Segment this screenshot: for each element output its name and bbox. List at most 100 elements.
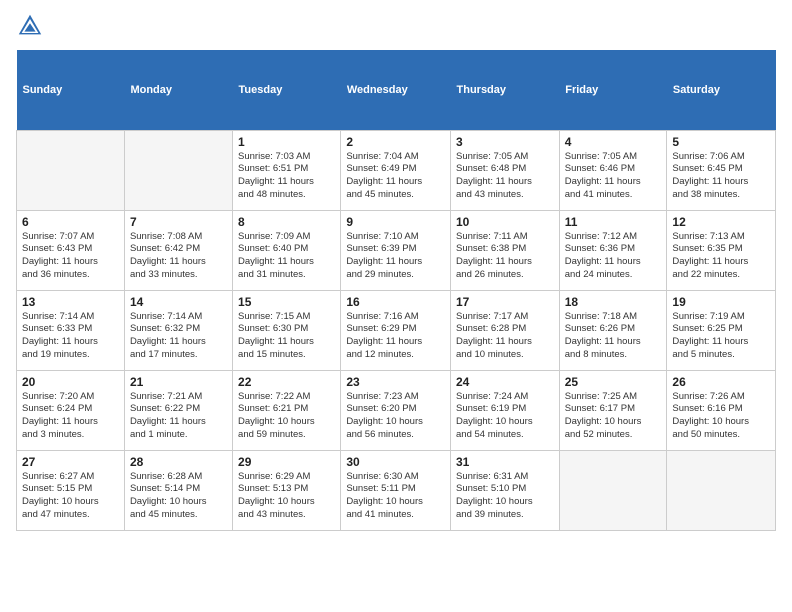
date-number: 15 [238, 295, 335, 309]
calendar-cell: 2Sunrise: 7:04 AM Sunset: 6:49 PM Daylig… [341, 130, 451, 210]
calendar-cell: 13Sunrise: 7:14 AM Sunset: 6:33 PM Dayli… [17, 290, 125, 370]
cell-info: Sunrise: 7:10 AM Sunset: 6:39 PM Dayligh… [346, 231, 445, 282]
date-number: 24 [456, 375, 554, 389]
calendar-cell: 7 Sunrise: 7:08 AM Sunset: 6:42 PM Daylig… [124, 210, 232, 290]
calendar-cell: 4Sunrise: 7:05 AM Sunset: 6:46 PM Daylig… [559, 130, 667, 210]
day-header-saturday: Saturday [667, 50, 776, 130]
cell-info: Sunrise: 7:08 AM Sunset: 6:42 PM Dayligh… [130, 231, 227, 282]
calendar-cell: 12Sunrise: 7:13 AM Sunset: 6:35 PM Dayli… [667, 210, 776, 290]
cell-info: Sunrise: 7:17 AM Sunset: 6:28 PM Dayligh… [456, 311, 554, 362]
cell-info: Sunrise: 7:12 AM Sunset: 6:36 PM Dayligh… [565, 231, 662, 282]
week-row-1: 1Sunrise: 7:03 AM Sunset: 6:51 PM Daylig… [17, 130, 776, 210]
cell-info: Sunrise: 7:26 AM Sunset: 6:16 PM Dayligh… [672, 391, 770, 442]
calendar-cell: 30Sunrise: 6:30 AM Sunset: 5:11 PM Dayli… [341, 450, 451, 530]
cell-info: Sunrise: 7:14 AM Sunset: 6:33 PM Dayligh… [22, 311, 119, 362]
date-number: 5 [672, 135, 770, 149]
calendar-cell: 14 Sunrise: 7:14 AM Sunset: 6:32 PM Dayli… [124, 290, 232, 370]
cell-info: Sunrise: 7:22 AM Sunset: 6:21 PM Dayligh… [238, 391, 335, 442]
cell-info: Sunrise: 7:05 AM Sunset: 6:48 PM Dayligh… [456, 151, 554, 202]
date-number: 7 [130, 215, 227, 229]
calendar-cell: 25 Sunrise: 7:25 AM Sunset: 6:17 PM Dayli… [559, 370, 667, 450]
cell-info: Sunrise: 7:18 AM Sunset: 6:26 PM Dayligh… [565, 311, 662, 362]
cell-info: Sunrise: 7:14 AM Sunset: 6:32 PM Dayligh… [130, 311, 227, 362]
calendar-cell: 5 Sunrise: 7:06 AM Sunset: 6:45 PM Daylig… [667, 130, 776, 210]
day-header-friday: Friday [559, 50, 667, 130]
calendar-cell: 20 Sunrise: 7:20 AM Sunset: 6:24 PM Dayli… [17, 370, 125, 450]
calendar-table: SundayMondayTuesdayWednesdayThursdayFrid… [16, 50, 776, 531]
date-number: 6 [22, 215, 119, 229]
cell-info: Sunrise: 7:20 AM Sunset: 6:24 PM Dayligh… [22, 391, 119, 442]
calendar-cell: 26Sunrise: 7:26 AM Sunset: 6:16 PM Dayli… [667, 370, 776, 450]
date-number: 12 [672, 215, 770, 229]
calendar-cell: 3 Sunrise: 7:05 AM Sunset: 6:48 PM Daylig… [451, 130, 560, 210]
cell-info: Sunrise: 7:25 AM Sunset: 6:17 PM Dayligh… [565, 391, 662, 442]
date-number: 17 [456, 295, 554, 309]
date-number: 29 [238, 455, 335, 469]
date-number: 22 [238, 375, 335, 389]
calendar-cell: 27 Sunrise: 6:27 AM Sunset: 5:15 PM Dayli… [17, 450, 125, 530]
calendar-cell: 24 Sunrise: 7:24 AM Sunset: 6:19 PM Dayli… [451, 370, 560, 450]
calendar-cell: 17 Sunrise: 7:17 AM Sunset: 6:28 PM Dayli… [451, 290, 560, 370]
calendar-cell: 8 Sunrise: 7:09 AM Sunset: 6:40 PM Daylig… [233, 210, 341, 290]
header [16, 12, 776, 40]
calendar-cell: 1Sunrise: 7:03 AM Sunset: 6:51 PM Daylig… [233, 130, 341, 210]
date-number: 11 [565, 215, 662, 229]
date-number: 10 [456, 215, 554, 229]
date-number: 20 [22, 375, 119, 389]
calendar-cell: 21 Sunrise: 7:21 AM Sunset: 6:22 PM Dayli… [124, 370, 232, 450]
calendar-cell [559, 450, 667, 530]
cell-info: Sunrise: 6:27 AM Sunset: 5:15 PM Dayligh… [22, 471, 119, 522]
logo [16, 12, 48, 40]
date-number: 27 [22, 455, 119, 469]
day-header-sunday: Sunday [17, 50, 125, 130]
cell-info: Sunrise: 7:09 AM Sunset: 6:40 PM Dayligh… [238, 231, 335, 282]
date-number: 28 [130, 455, 227, 469]
date-number: 4 [565, 135, 662, 149]
calendar-cell: 31 Sunrise: 6:31 AM Sunset: 5:10 PM Dayli… [451, 450, 560, 530]
week-row-4: 20 Sunrise: 7:20 AM Sunset: 6:24 PM Dayli… [17, 370, 776, 450]
cell-info: Sunrise: 6:29 AM Sunset: 5:13 PM Dayligh… [238, 471, 335, 522]
page-container: SundayMondayTuesdayWednesdayThursdayFrid… [0, 0, 792, 543]
calendar-cell: 15Sunrise: 7:15 AM Sunset: 6:30 PM Dayli… [233, 290, 341, 370]
cell-info: Sunrise: 7:16 AM Sunset: 6:29 PM Dayligh… [346, 311, 445, 362]
date-number: 14 [130, 295, 227, 309]
calendar-cell: 18Sunrise: 7:18 AM Sunset: 6:26 PM Dayli… [559, 290, 667, 370]
week-row-3: 13Sunrise: 7:14 AM Sunset: 6:33 PM Dayli… [17, 290, 776, 370]
calendar-cell: 23 Sunrise: 7:23 AM Sunset: 6:20 PM Dayli… [341, 370, 451, 450]
calendar-cell [17, 130, 125, 210]
date-number: 23 [346, 375, 445, 389]
cell-info: Sunrise: 7:11 AM Sunset: 6:38 PM Dayligh… [456, 231, 554, 282]
date-number: 21 [130, 375, 227, 389]
date-number: 25 [565, 375, 662, 389]
calendar-cell [667, 450, 776, 530]
calendar-cell: 9Sunrise: 7:10 AM Sunset: 6:39 PM Daylig… [341, 210, 451, 290]
cell-info: Sunrise: 6:30 AM Sunset: 5:11 PM Dayligh… [346, 471, 445, 522]
day-header-tuesday: Tuesday [233, 50, 341, 130]
week-row-5: 27 Sunrise: 6:27 AM Sunset: 5:15 PM Dayli… [17, 450, 776, 530]
calendar-cell: 16 Sunrise: 7:16 AM Sunset: 6:29 PM Dayli… [341, 290, 451, 370]
cell-info: Sunrise: 7:24 AM Sunset: 6:19 PM Dayligh… [456, 391, 554, 442]
cell-info: Sunrise: 6:31 AM Sunset: 5:10 PM Dayligh… [456, 471, 554, 522]
calendar-cell: 10 Sunrise: 7:11 AM Sunset: 6:38 PM Dayli… [451, 210, 560, 290]
cell-info: Sunrise: 7:07 AM Sunset: 6:43 PM Dayligh… [22, 231, 119, 282]
cell-info: Sunrise: 7:19 AM Sunset: 6:25 PM Dayligh… [672, 311, 770, 362]
logo-icon [16, 12, 44, 40]
calendar-cell: 22 Sunrise: 7:22 AM Sunset: 6:21 PM Dayli… [233, 370, 341, 450]
date-number: 8 [238, 215, 335, 229]
date-number: 1 [238, 135, 335, 149]
week-row-2: 6 Sunrise: 7:07 AM Sunset: 6:43 PM Daylig… [17, 210, 776, 290]
cell-info: Sunrise: 7:21 AM Sunset: 6:22 PM Dayligh… [130, 391, 227, 442]
calendar-cell [124, 130, 232, 210]
date-number: 16 [346, 295, 445, 309]
day-header-wednesday: Wednesday [341, 50, 451, 130]
date-number: 19 [672, 295, 770, 309]
cell-info: Sunrise: 7:06 AM Sunset: 6:45 PM Dayligh… [672, 151, 770, 202]
date-number: 3 [456, 135, 554, 149]
calendar-cell: 11 Sunrise: 7:12 AM Sunset: 6:36 PM Dayli… [559, 210, 667, 290]
calendar-cell: 29 Sunrise: 6:29 AM Sunset: 5:13 PM Dayli… [233, 450, 341, 530]
day-header-monday: Monday [124, 50, 232, 130]
cell-info: Sunrise: 7:04 AM Sunset: 6:49 PM Dayligh… [346, 151, 445, 202]
header-row: SundayMondayTuesdayWednesdayThursdayFrid… [17, 50, 776, 130]
date-number: 31 [456, 455, 554, 469]
cell-info: Sunrise: 7:23 AM Sunset: 6:20 PM Dayligh… [346, 391, 445, 442]
